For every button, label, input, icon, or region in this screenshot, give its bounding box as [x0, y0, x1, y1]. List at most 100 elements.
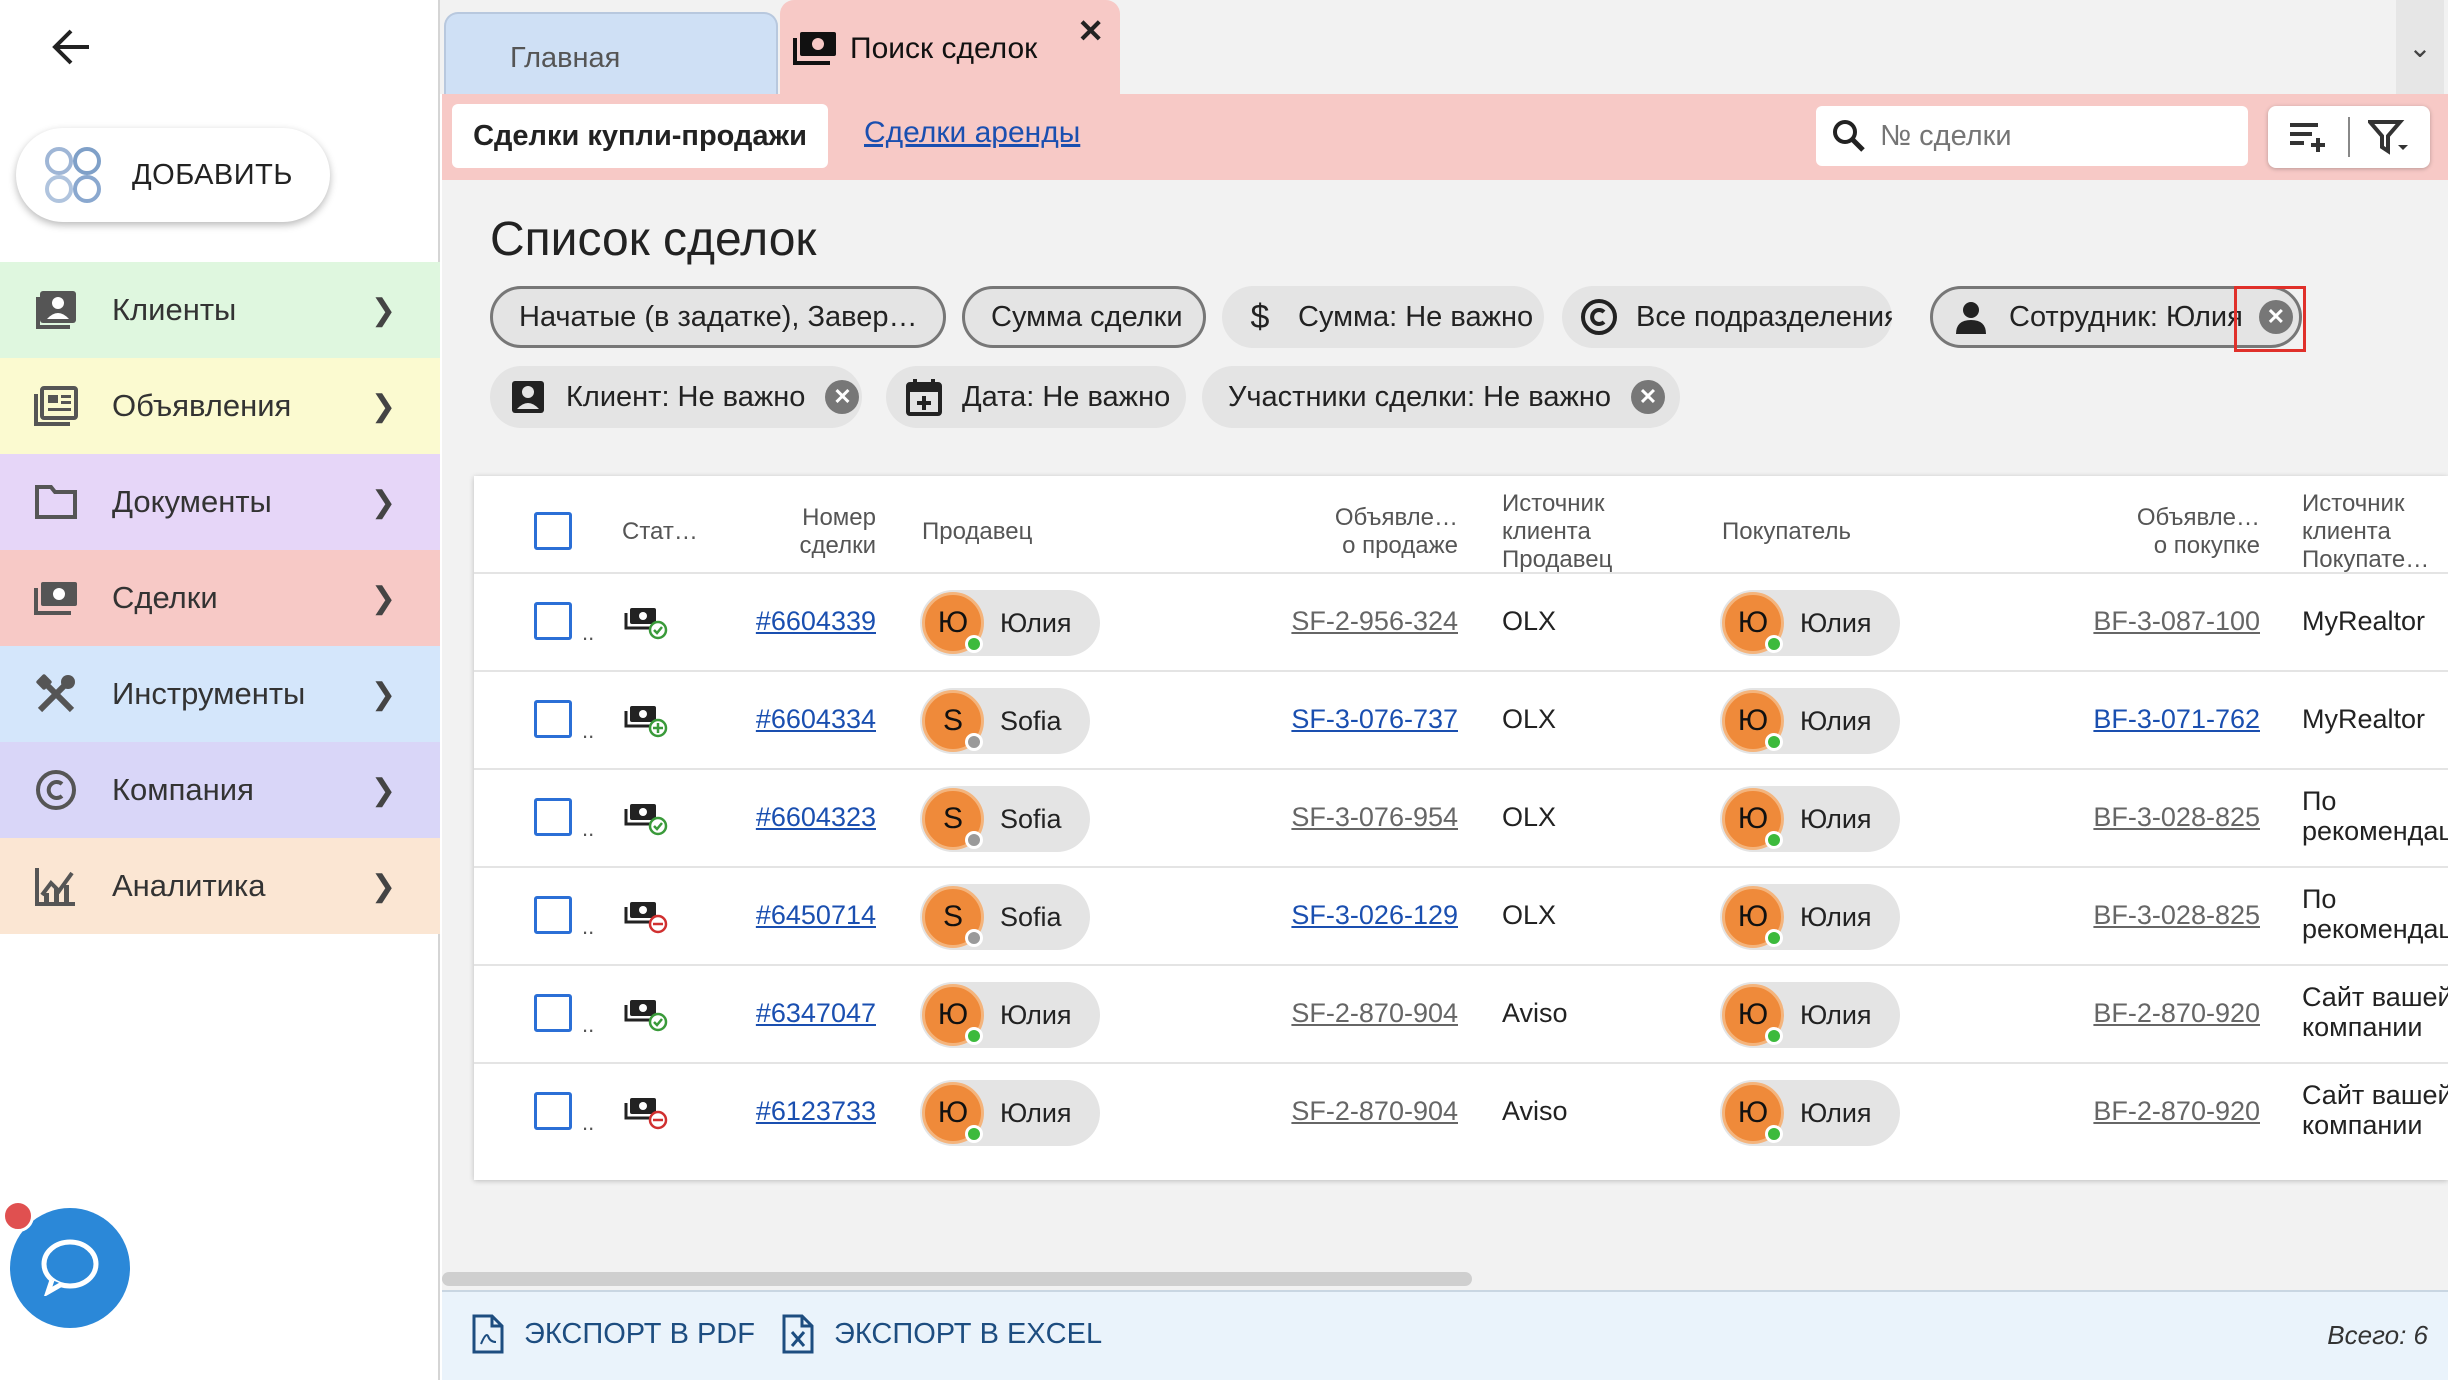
avatar-initial: S	[942, 704, 963, 737]
buy-listing-link[interactable]: BF-2-870-920	[2024, 1096, 2260, 1127]
buyer-chip[interactable]: Ю Юлия	[1720, 688, 1900, 754]
sidebar-item-analytics[interactable]: Аналитика ❯	[0, 838, 440, 934]
sidebar-item-company[interactable]: Компания ❯	[0, 742, 440, 838]
close-icon[interactable]: ✕	[1077, 12, 1104, 50]
sale-listing-link[interactable]: SF-3-076-954	[1224, 802, 1458, 833]
back-arrow-icon[interactable]	[44, 20, 98, 74]
deal-number-link[interactable]: #6604339	[754, 606, 876, 637]
truncated-status: ..	[582, 914, 595, 939]
deal-search-box[interactable]	[1816, 106, 2248, 166]
seller-chip[interactable]: S Sofia	[920, 786, 1090, 852]
person-icon	[1951, 297, 1991, 337]
clear-filter-icon[interactable]: ✕	[1631, 380, 1665, 414]
filter-chip-status[interactable]: Начатые (в задатке), Завер…	[490, 286, 946, 348]
money-icon	[30, 572, 82, 624]
deal-completed-icon	[624, 800, 668, 841]
filter-chip-participants[interactable]: Участники сделки: Не важно ✕	[1202, 366, 1680, 428]
filter-menu-icon[interactable]	[2350, 106, 2430, 168]
deal-number-link[interactable]: #6123733	[754, 1096, 876, 1127]
column-header-buy-listing[interactable]: Объявле… о покупке	[2024, 504, 2260, 560]
sale-listing-link[interactable]: SF-3-076-737	[1224, 704, 1458, 735]
sidebar-item-listings[interactable]: Объявления ❯	[0, 358, 440, 454]
chevron-down-icon[interactable]: ⌄	[2396, 0, 2444, 94]
table-row[interactable]: .. #6604339 Ю Юлия SF-2-956-324 OLX Ю Юлия BF-3-…	[474, 572, 2448, 670]
buyer-source-line: компании	[2302, 1110, 2423, 1140]
copyright-icon	[1580, 297, 1618, 337]
add-button[interactable]: ДОБАВИТЬ	[16, 128, 330, 222]
column-header-number[interactable]: Номер сделки	[764, 504, 876, 560]
clear-filter-icon[interactable]: ✕	[825, 380, 860, 414]
seller-name: Sofia	[1000, 901, 1062, 932]
avatar: Ю	[922, 592, 984, 654]
row-checkbox[interactable]	[534, 602, 572, 640]
buy-listing-link[interactable]: BF-2-870-920	[2024, 998, 2260, 1029]
export-excel-button[interactable]: ЭКСПОРТ В EXCEL	[782, 1314, 1102, 1354]
sale-listing-link[interactable]: SF-2-956-324	[1224, 606, 1458, 637]
table-row[interactable]: .. #6347047 Ю Юлия SF-2-870-904 Aviso Ю Юлия BF-…	[474, 964, 2448, 1062]
row-checkbox[interactable]	[534, 700, 572, 738]
chevron-right-icon: ❯	[370, 389, 396, 423]
filter-chip-divisions[interactable]: Все подразделения	[1562, 286, 1892, 348]
deal-completed-icon	[624, 604, 668, 645]
buyer-chip[interactable]: Ю Юлия	[1720, 982, 1900, 1048]
deal-number-link[interactable]: #6347047	[754, 998, 876, 1029]
filter-chip-deal-sum[interactable]: Сумма сделки	[962, 286, 1206, 348]
add-filter-icon[interactable]	[2268, 106, 2348, 168]
table-row[interactable]: .. #6450714 S Sofia SF-3-026-129 OLX Ю Юлия BF-3…	[474, 866, 2448, 964]
seller-chip[interactable]: S Sofia	[920, 884, 1090, 950]
chip-label: Участники сделки: Не важно	[1228, 380, 1611, 413]
avatar: Ю	[922, 1082, 984, 1144]
presence-indicator	[1765, 929, 1783, 947]
buyer-chip[interactable]: Ю Юлия	[1720, 786, 1900, 852]
sidebar-item-clients[interactable]: Клиенты ❯	[0, 262, 440, 358]
filter-chip-sum[interactable]: $ Сумма: Не важно	[1222, 286, 1544, 348]
sale-listing-link[interactable]: SF-2-870-904	[1224, 1096, 1458, 1127]
table-row[interactable]: .. #6123733 Ю Юлия SF-2-870-904 Aviso Ю Юлия BF-…	[474, 1062, 2448, 1160]
seller-source: OLX	[1502, 704, 1557, 734]
row-checkbox[interactable]	[534, 896, 572, 934]
tab-home[interactable]: Главная	[444, 12, 778, 94]
seller-chip[interactable]: Ю Юлия	[920, 590, 1100, 656]
deal-number-link[interactable]: #6450714	[754, 900, 876, 931]
buy-listing-link[interactable]: BF-3-087-100	[2024, 606, 2260, 637]
row-checkbox[interactable]	[534, 798, 572, 836]
filter-chip-date[interactable]: Дата: Не важно	[886, 366, 1186, 428]
column-header-buyer[interactable]: Покупатель	[1722, 518, 1851, 546]
column-header-buyer-source[interactable]: Источник клиента Покупате…	[2302, 490, 2429, 574]
table-row[interactable]: .. #6604334 S Sofia SF-3-076-737 OLX Ю Юлия BF-3…	[474, 670, 2448, 768]
filter-chip-client[interactable]: Клиент: Не важно ✕	[490, 366, 862, 428]
column-header-sale-listing[interactable]: Объявле… о продаже	[1224, 504, 1458, 560]
horizontal-scrollbar[interactable]	[442, 1272, 1472, 1286]
sidebar-item-deals[interactable]: Сделки ❯	[0, 550, 440, 646]
column-header-status[interactable]: Стат…	[622, 518, 698, 546]
buy-listing-link[interactable]: BF-3-071-762	[2024, 704, 2260, 735]
deal-number-link[interactable]: #6604323	[754, 802, 876, 833]
table-row[interactable]: .. #6604323 S Sofia SF-3-076-954 OLX Ю Юлия BF-3…	[474, 768, 2448, 866]
buyer-chip[interactable]: Ю Юлия	[1720, 1080, 1900, 1146]
seller-source: Aviso	[1502, 998, 1568, 1028]
select-all-checkbox[interactable]	[534, 512, 572, 550]
tab-rent-deals[interactable]: Сделки аренды	[864, 116, 1080, 150]
seller-chip[interactable]: Ю Юлия	[920, 1080, 1100, 1146]
deal-number-input[interactable]	[1880, 119, 2220, 153]
buyer-chip[interactable]: Ю Юлия	[1720, 590, 1900, 656]
sale-listing-link[interactable]: SF-2-870-904	[1224, 998, 1458, 1029]
tab-sale-deals[interactable]: Сделки купли-продажи	[452, 104, 828, 168]
buy-listing-link[interactable]: BF-3-028-825	[2024, 900, 2260, 931]
deal-number-link[interactable]: #6604334	[754, 704, 876, 735]
seller-name: Юлия	[1000, 999, 1072, 1030]
row-checkbox[interactable]	[534, 1092, 572, 1130]
sidebar-item-tools[interactable]: Инструменты ❯	[0, 646, 440, 742]
tab-deals-search[interactable]: Поиск сделок ✕	[780, 0, 1120, 94]
row-checkbox[interactable]	[534, 994, 572, 1032]
buy-listing-link[interactable]: BF-3-028-825	[2024, 802, 2260, 833]
presence-indicator	[965, 1125, 983, 1143]
sidebar-item-documents[interactable]: Документы ❯	[0, 454, 440, 550]
seller-chip[interactable]: S Sofia	[920, 688, 1090, 754]
export-pdf-button[interactable]: ЭКСПОРТ В PDF	[472, 1314, 755, 1354]
buyer-chip[interactable]: Ю Юлия	[1720, 884, 1900, 950]
seller-chip[interactable]: Ю Юлия	[920, 982, 1100, 1048]
column-header-seller-source[interactable]: Источник клиента Продавец	[1502, 490, 1612, 574]
sale-listing-link[interactable]: SF-3-026-129	[1224, 900, 1458, 931]
column-header-seller[interactable]: Продавец	[922, 518, 1032, 546]
